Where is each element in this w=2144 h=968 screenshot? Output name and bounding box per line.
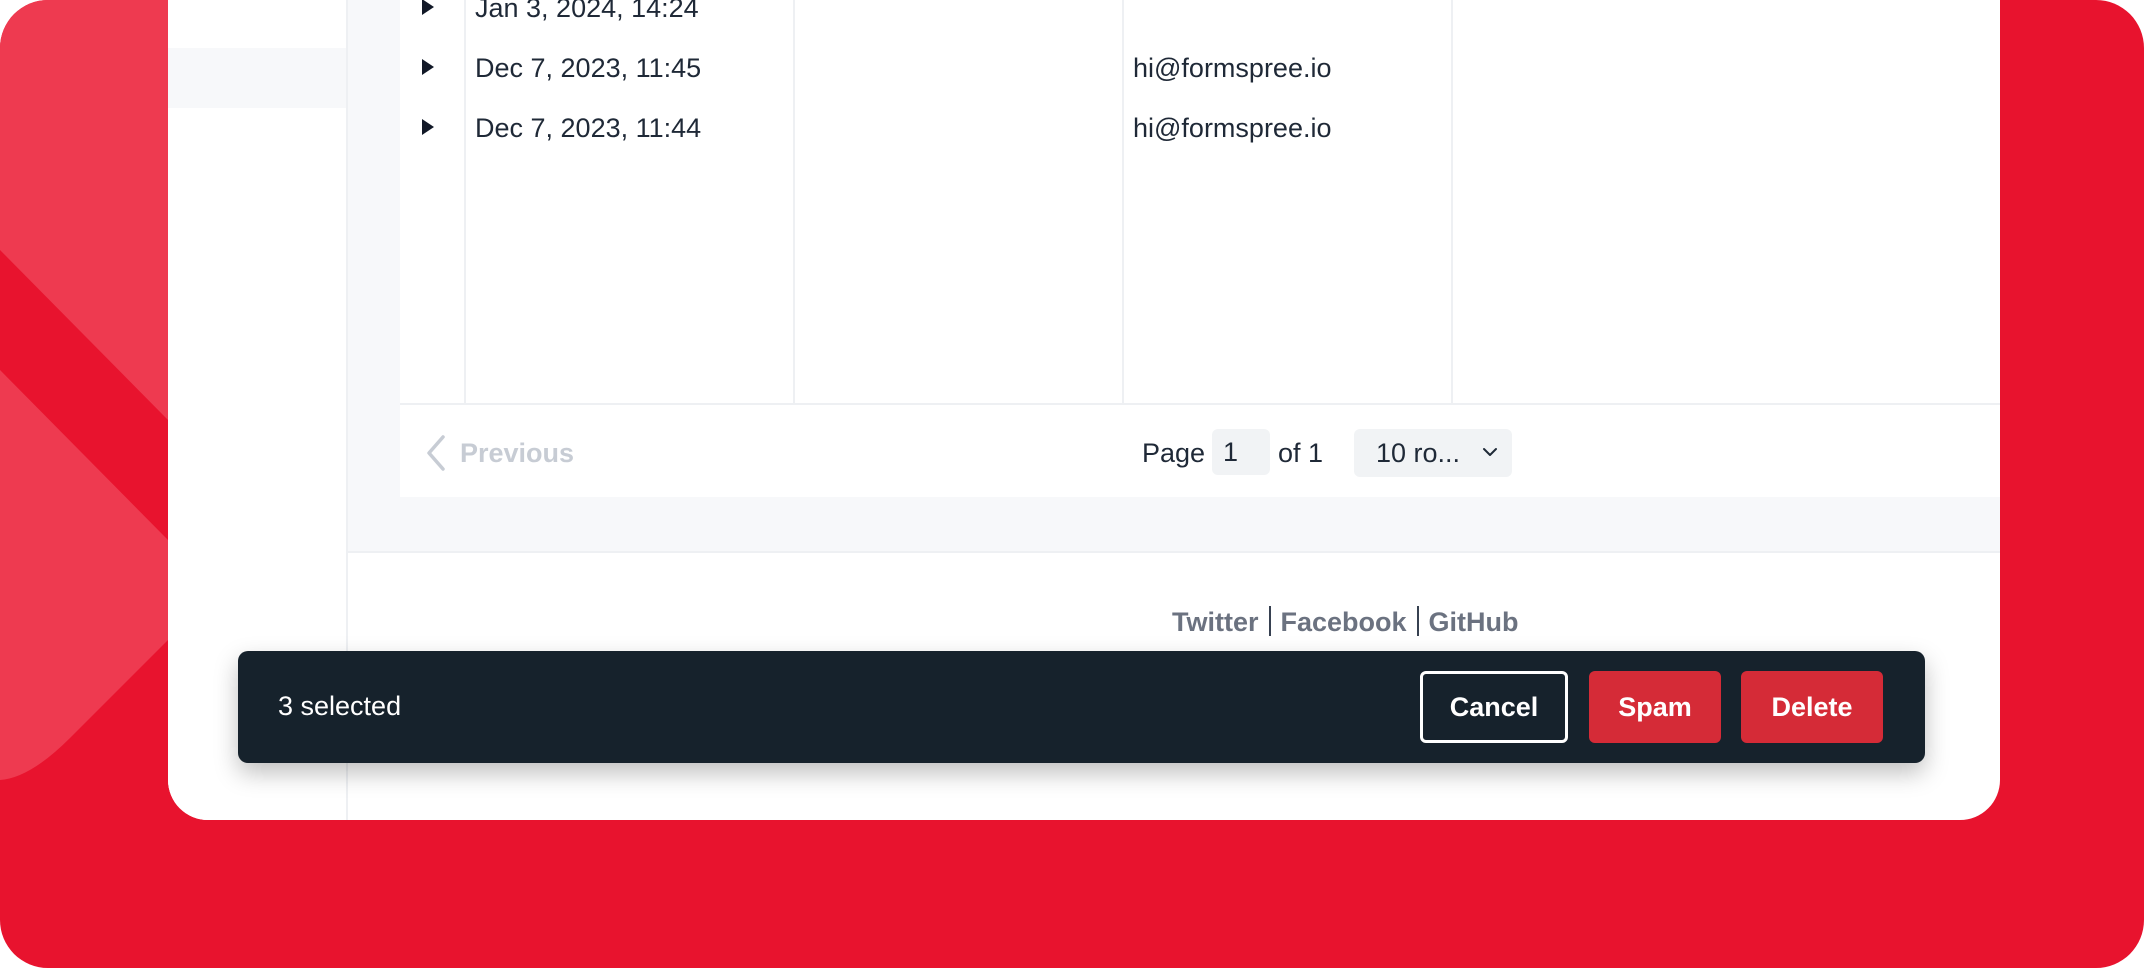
table-row[interactable]: Dec 7, 2023, 11:44 hi@formspree.io [400,99,2000,159]
twitter-link[interactable]: Twitter [1172,607,1259,637]
footer-divider [348,551,2000,553]
bulk-action-bar: 3 selected Cancel Spam Delete [238,651,1925,763]
page-total-label: of 1 [1278,438,1324,468]
cancel-button[interactable]: Cancel [1420,671,1568,743]
submission-email: hi@formspree.io [1133,113,1332,143]
submission-date: Dec 7, 2023, 11:45 [475,53,702,83]
table-row[interactable]: Jan 3, 2024, 14:24 [400,0,2000,39]
submission-date: Dec 7, 2023, 11:44 [475,113,702,143]
expand-triangle-icon[interactable] [422,59,434,75]
link-separator [1416,606,1419,636]
main-content: Jan 3, 2024, 14:24 Dec 7, 2023, 11:45 hi… [348,0,2000,551]
link-separator [1268,606,1271,636]
submission-date: Jan 3, 2024, 14:24 [475,0,699,23]
delete-button[interactable]: Delete [1741,671,1883,743]
sidebar-item-active[interactable] [168,48,346,108]
selected-count: 3 selected [278,691,402,721]
page-label: Page [1142,438,1206,468]
rows-per-page-value: 10 ro... [1376,438,1461,468]
spam-button[interactable]: Spam [1589,671,1721,743]
previous-label: Previous [460,437,575,468]
chevron-left-icon [427,435,445,471]
chevron-down-icon [1483,448,1497,456]
facebook-link[interactable]: Facebook [1281,607,1407,637]
github-link[interactable]: GitHub [1429,607,1519,637]
table-row[interactable]: Dec 7, 2023, 11:45 hi@formspree.io [400,39,2000,99]
footer-social-links: Twitter Facebook GitHub [1172,606,1519,638]
expand-triangle-icon[interactable] [422,119,434,135]
rows-per-page-select[interactable]: 10 ro... [1354,429,1512,477]
page-number-input[interactable] [1212,429,1270,475]
submissions-table: Jan 3, 2024, 14:24 Dec 7, 2023, 11:45 hi… [400,0,2000,497]
submission-email: hi@formspree.io [1133,53,1332,83]
expand-triangle-icon[interactable] [422,0,434,15]
background-stage: Jan 3, 2024, 14:24 Dec 7, 2023, 11:45 hi… [0,0,2144,968]
pagination: Previous Page of 1 10 ro... [400,403,2000,499]
previous-page-button[interactable]: Previous [426,435,574,471]
